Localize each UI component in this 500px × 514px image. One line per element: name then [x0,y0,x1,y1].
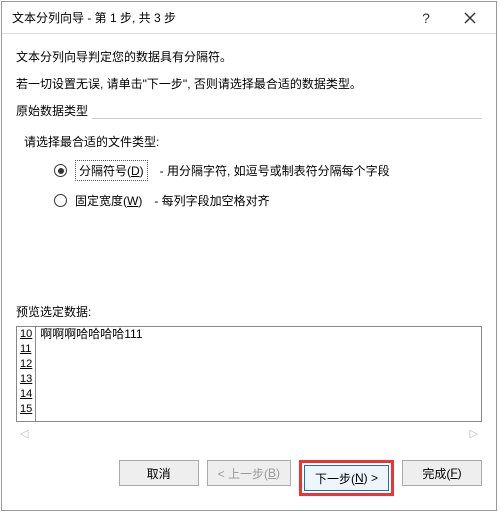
preview-label: 预览选定数据: [16,303,482,320]
back-button: < 上一步(B) [207,460,291,486]
titlebar: 文本分列向导 - 第 1 步, 共 3 步 ? [2,2,496,34]
row-num: 13 [17,372,35,387]
preview-row-numbers: 10 11 12 13 14 15 [17,327,36,421]
dialog-title: 文本分列向导 - 第 1 步, 共 3 步 [12,9,404,26]
next-button[interactable]: 下一步(N) > [304,465,389,491]
option-fixed-width[interactable]: 固定宽度(W) - 每列字段加空格对齐 [54,191,474,210]
group-legend: 原始数据类型 [16,102,92,119]
preview-data: 啊啊啊哈哈哈哈111 [36,327,481,421]
original-data-type-group: 原始数据类型 请选择最合适的文件类型: 分隔符号(D) - 用分隔字符, 如逗号… [16,106,482,226]
row-num: 11 [17,342,35,357]
row-num: 15 [17,402,35,417]
dialog-footer: 取消 < 上一步(B) 下一步(N) > 完成(F) [2,450,496,510]
finish-button[interactable]: 完成(F) [402,460,482,486]
cancel-button[interactable]: 取消 [119,460,199,486]
preview-scrollbar[interactable]: ◁ ▷ [16,424,482,442]
intro-line-1: 文本分列向导判定您的数据具有分隔符。 [16,48,482,65]
row-num: 10 [17,327,35,342]
next-button-highlight: 下一步(N) > [299,460,394,496]
option-fixed-width-label: 固定宽度(W) [75,191,142,210]
scroll-right-icon[interactable]: ▷ [470,427,478,440]
text-to-columns-wizard-dialog: 文本分列向导 - 第 1 步, 共 3 步 ? 文本分列向导判定您的数据具有分隔… [1,1,497,511]
option-fixed-width-desc: - 每列字段加空格对齐 [154,192,269,209]
row-num: 12 [17,357,35,372]
help-button[interactable]: ? [404,4,448,32]
close-icon [464,12,476,24]
radio-delimited[interactable] [54,164,67,177]
option-delimited[interactable]: 分隔符号(D) - 用分隔字符, 如逗号或制表符分隔每个字段 [54,160,474,181]
file-type-prompt: 请选择最合适的文件类型: [24,133,474,150]
preview-row: 啊啊啊哈哈哈哈111 [40,327,477,342]
row-num: 14 [17,387,35,402]
dialog-body: 文本分列向导判定您的数据具有分隔符。 若一切设置无误, 请单击"下一步", 否则… [2,34,496,450]
close-button[interactable] [448,4,492,32]
radio-fixed-width[interactable] [54,194,67,207]
option-delimited-label: 分隔符号(D) [75,160,148,181]
option-delimited-desc: - 用分隔字符, 如逗号或制表符分隔每个字段 [160,162,390,179]
intro-line-2: 若一切设置无误, 请单击"下一步", 否则请选择最合适的数据类型。 [16,75,482,92]
scroll-left-icon[interactable]: ◁ [20,427,28,440]
preview-box: 10 11 12 13 14 15 啊啊啊哈哈哈哈111 [16,326,482,422]
